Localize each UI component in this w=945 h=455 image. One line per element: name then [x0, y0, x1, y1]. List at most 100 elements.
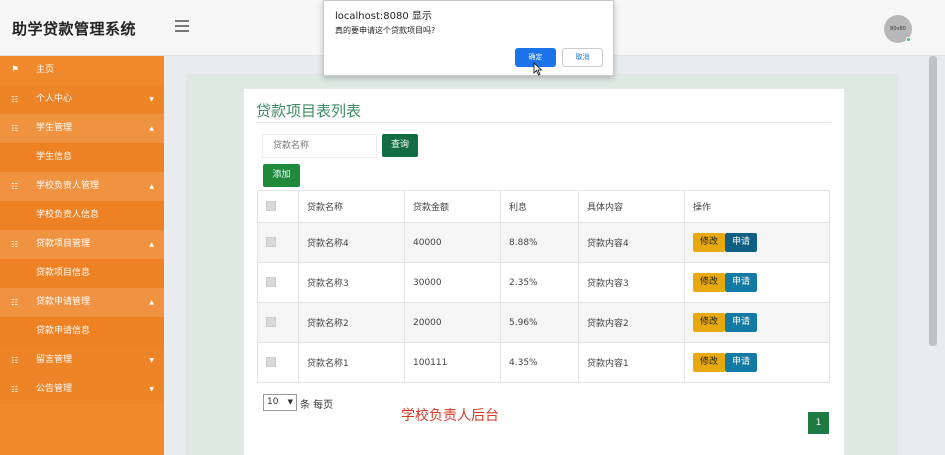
column-header: 贷款金额 — [404, 190, 501, 223]
sidebar-item-loan-project-management[interactable]: ☷ 贷款项目管理 ▲ — [0, 230, 164, 259]
apply-button[interactable]: 申请 — [725, 273, 757, 292]
grid-icon: ☷ — [11, 385, 19, 394]
sidebar-item-label: 学生信息 — [36, 152, 73, 162]
menu-toggle-icon[interactable] — [175, 20, 189, 32]
grid-icon: ☷ — [11, 182, 19, 191]
page-button-current[interactable]: 1 — [808, 412, 829, 434]
row-checkbox[interactable] — [266, 357, 276, 368]
actions-cell: 修改 申请 — [684, 342, 830, 383]
search-input[interactable] — [262, 134, 377, 158]
dialog-title: localhost:8080 显示 — [335, 11, 432, 22]
grid-icon: ☷ — [11, 298, 19, 307]
page-size-label: 条 每页 — [300, 400, 334, 411]
avatar-text: 80x80 — [890, 26, 906, 32]
loan-amount-cell: 100111 — [404, 342, 501, 383]
loan-name-cell: 贷款名称2 — [298, 302, 405, 343]
loan-project-list-card: 贷款项目表列表 查询 添加 贷款名称 贷款金额 利息 具体内容 操作 贷款名称4… — [244, 89, 844, 455]
grid-icon: ☷ — [11, 356, 19, 365]
chevron-down-icon: ▼ — [149, 96, 154, 103]
interest-cell: 2.35% — [500, 262, 579, 303]
sidebar-item-label: 贷款申请信息 — [36, 326, 91, 336]
column-header: 具体内容 — [578, 190, 685, 223]
edit-button[interactable]: 修改 — [693, 273, 725, 292]
sidebar-item-loan-application-info[interactable]: 贷款申请信息 — [0, 317, 164, 346]
column-header: 贷款名称 — [298, 190, 405, 223]
sidebar-item-label: 学生管理 — [36, 123, 73, 133]
page-title: 贷款项目表列表 — [256, 102, 362, 120]
chevron-down-icon: ▼ — [149, 386, 154, 393]
loan-name-cell: 贷款名称3 — [298, 262, 405, 303]
sidebar-item-home[interactable]: ⚑ 主页 — [0, 56, 164, 85]
sidebar-item-personal-center[interactable]: ☷ 个人中心 ▼ — [0, 85, 164, 114]
sidebar-item-label: 贷款申请管理 — [36, 297, 91, 307]
app-title: 助学贷款管理系统 — [12, 20, 137, 38]
sidebar-item-label: 贷款项目管理 — [36, 239, 91, 249]
sidebar-item-message-management[interactable]: ☷ 留言管理 ▼ — [0, 346, 164, 375]
row-checkbox[interactable] — [266, 237, 276, 248]
actions-cell: 修改 申请 — [684, 222, 830, 263]
row-checkbox[interactable] — [266, 277, 276, 288]
apply-button[interactable]: 申请 — [725, 233, 757, 252]
chevron-down-icon: ▼ — [149, 357, 154, 364]
grid-icon: ☷ — [11, 240, 19, 249]
sidebar-item-notice-management[interactable]: ☷ 公告管理 ▼ — [0, 375, 164, 404]
row-checkbox[interactable] — [266, 317, 276, 328]
sidebar-item-school-manager-info[interactable]: 学校负责人信息 — [0, 201, 164, 230]
mouse-cursor-icon — [533, 62, 543, 76]
column-header: 操作 — [684, 190, 830, 223]
select-all-checkbox[interactable] — [266, 201, 276, 212]
table-row: 贷款名称4 40000 8.88% 贷款内容4 修改 申请 — [257, 222, 830, 263]
loan-amount-cell: 30000 — [404, 262, 501, 303]
sidebar-item-label: 公告管理 — [36, 384, 73, 394]
scrollbar[interactable] — [929, 56, 937, 346]
table-row: 贷款名称2 20000 5.96% 贷款内容2 修改 申请 — [257, 302, 830, 343]
content-cell: 贷款内容4 — [578, 222, 685, 263]
interest-cell: 8.88% — [500, 222, 579, 263]
actions-cell: 修改 申请 — [684, 302, 830, 343]
table-row: 贷款名称1 100111 4.35% 贷款内容1 修改 申请 — [257, 342, 830, 383]
sidebar-item-loan-project-info[interactable]: 贷款项目信息 — [0, 259, 164, 288]
loan-amount-cell: 40000 — [404, 222, 501, 263]
confirm-dialog: localhost:8080 显示 真的要申请这个贷款项目吗? 确定 取消 — [323, 0, 614, 76]
add-button[interactable]: 添加 — [263, 164, 300, 187]
loan-amount-cell: 20000 — [404, 302, 501, 343]
flag-icon: ⚑ — [11, 65, 20, 75]
online-status-dot — [906, 37, 911, 42]
role-caption: 学校负责人后台 — [401, 408, 499, 424]
apply-button[interactable]: 申请 — [725, 313, 757, 332]
sidebar-item-label: 贷款项目信息 — [36, 268, 91, 278]
apply-button[interactable]: 申请 — [725, 353, 757, 372]
page-size-select[interactable]: 10 ▼ — [263, 394, 297, 411]
title-divider — [256, 122, 831, 123]
page-size-value: 10 — [267, 397, 279, 407]
chevron-up-icon: ▲ — [149, 183, 154, 190]
sidebar-item-student-info[interactable]: 学生信息 — [0, 143, 164, 172]
content-cell: 贷款内容2 — [578, 302, 685, 343]
sidebar: ⚑ 主页 ☷ 个人中心 ▼ ☷ 学生管理 ▲ 学生信息 ☷ 学校负责人管理 ▲ … — [0, 56, 164, 455]
sidebar-item-student-management[interactable]: ☷ 学生管理 ▲ — [0, 114, 164, 143]
dialog-message: 真的要申请这个贷款项目吗? — [335, 26, 436, 35]
sidebar-item-label: 学校负责人管理 — [36, 181, 100, 191]
sidebar-item-school-manager-management[interactable]: ☷ 学校负责人管理 ▲ — [0, 172, 164, 201]
avatar[interactable]: 80x80 — [884, 15, 912, 43]
column-header: 利息 — [500, 190, 579, 223]
sidebar-item-loan-application-management[interactable]: ☷ 贷款申请管理 ▲ — [0, 288, 164, 317]
edit-button[interactable]: 修改 — [693, 233, 725, 252]
chevron-up-icon: ▲ — [149, 125, 154, 132]
loan-name-cell: 贷款名称4 — [298, 222, 405, 263]
edit-button[interactable]: 修改 — [693, 353, 725, 372]
content-cell: 贷款内容1 — [578, 342, 685, 383]
interest-cell: 5.96% — [500, 302, 579, 343]
table-header-row: 贷款名称 贷款金额 利息 具体内容 操作 — [257, 190, 830, 223]
edit-button[interactable]: 修改 — [693, 313, 725, 332]
chevron-up-icon: ▲ — [149, 241, 154, 248]
sidebar-item-label: 个人中心 — [36, 94, 73, 104]
chevron-down-icon: ▼ — [287, 398, 293, 406]
cancel-button[interactable]: 取消 — [562, 48, 603, 67]
grid-icon: ☷ — [11, 95, 19, 104]
search-button[interactable]: 查询 — [382, 134, 418, 157]
sidebar-item-label: 学校负责人信息 — [36, 210, 100, 220]
loan-project-table: 贷款名称 贷款金额 利息 具体内容 操作 贷款名称4 40000 8.88% 贷… — [257, 190, 830, 383]
actions-cell: 修改 申请 — [684, 262, 830, 303]
content-cell: 贷款内容3 — [578, 262, 685, 303]
